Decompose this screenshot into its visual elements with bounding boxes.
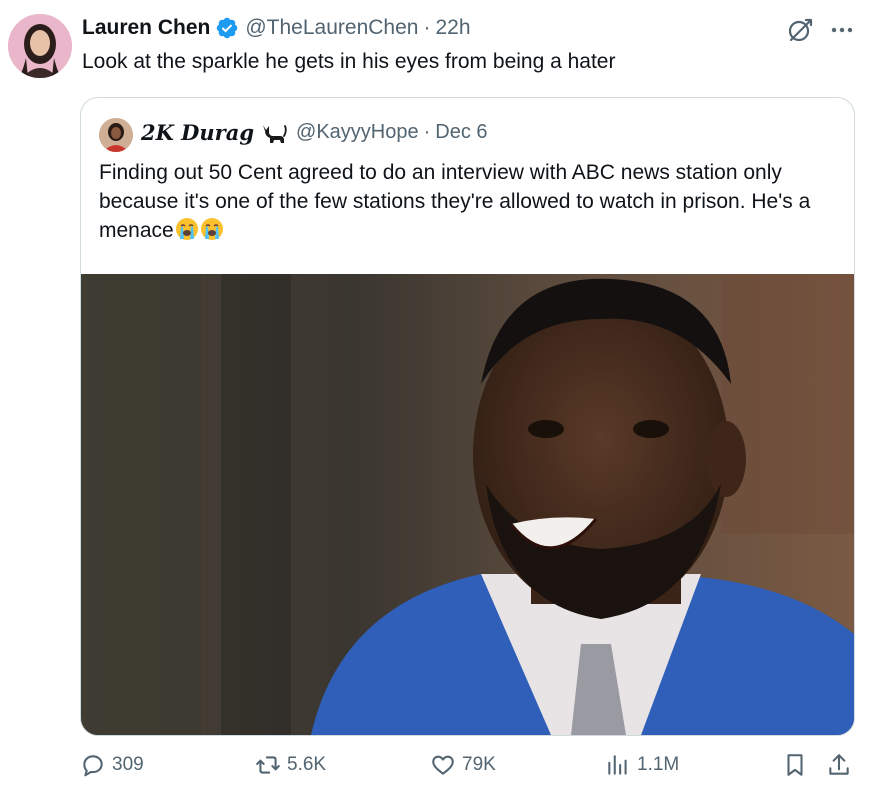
views-icon xyxy=(608,755,627,775)
tweet-header: Lauren Chen @TheLaurenChen · 22h xyxy=(82,16,471,40)
verified-badge-icon[interactable] xyxy=(215,16,239,40)
reply-button[interactable]: 309 xyxy=(80,752,144,778)
repost-icon xyxy=(256,756,280,774)
cat-icon xyxy=(263,124,287,143)
share-button[interactable] xyxy=(826,752,858,778)
tweet-time[interactable]: 22h xyxy=(435,16,470,40)
like-button[interactable]: 79K xyxy=(430,752,496,778)
loudly-crying-face-icon xyxy=(200,218,223,240)
action-bar: 309 5.6K 79K 1.1M xyxy=(0,752,872,786)
like-count: 79K xyxy=(462,754,496,775)
views-button[interactable]: 1.1M xyxy=(605,752,679,778)
grok-icon[interactable] xyxy=(786,16,814,44)
share-icon xyxy=(829,754,849,775)
bookmark-button[interactable] xyxy=(782,752,814,778)
quote-author-handle[interactable]: @KayyyHope xyxy=(296,121,419,144)
quote-author-avatar[interactable] xyxy=(99,118,133,152)
author-name[interactable]: Lauren Chen xyxy=(82,16,210,40)
author-avatar[interactable] xyxy=(8,14,72,78)
smiling-man-photo xyxy=(81,274,854,735)
bookmark-icon xyxy=(787,754,803,776)
quoted-tweet[interactable]: 2K Durag @KayyyHope · Dec 6 Finding out … xyxy=(80,97,855,736)
quote-author-name[interactable]: 2K Durag xyxy=(141,120,254,145)
repost-button[interactable]: 5.6K xyxy=(255,752,326,778)
repost-count: 5.6K xyxy=(287,754,327,775)
author-handle[interactable]: @TheLaurenChen xyxy=(245,16,418,40)
views-count: 1.1M xyxy=(637,754,680,775)
like-icon xyxy=(432,755,454,775)
loudly-crying-face-icon xyxy=(175,218,198,240)
quote-media-image[interactable] xyxy=(81,274,854,735)
more-icon[interactable] xyxy=(828,16,856,44)
author-avatar-image xyxy=(8,14,72,78)
quote-header: 2K Durag @KayyyHope · Dec 6 xyxy=(141,120,488,145)
separator-dot: · xyxy=(423,16,431,39)
tweet-text: Look at the sparkle he gets in his eyes … xyxy=(82,50,616,73)
reply-icon xyxy=(83,755,103,777)
quote-separator-dot: · xyxy=(423,121,431,143)
quote-time[interactable]: Dec 6 xyxy=(435,121,487,144)
quote-avatar-image xyxy=(99,118,133,152)
quote-text-block: Finding out 50 Cent agreed to do an inte… xyxy=(99,158,839,245)
reply-count: 309 xyxy=(112,754,144,775)
